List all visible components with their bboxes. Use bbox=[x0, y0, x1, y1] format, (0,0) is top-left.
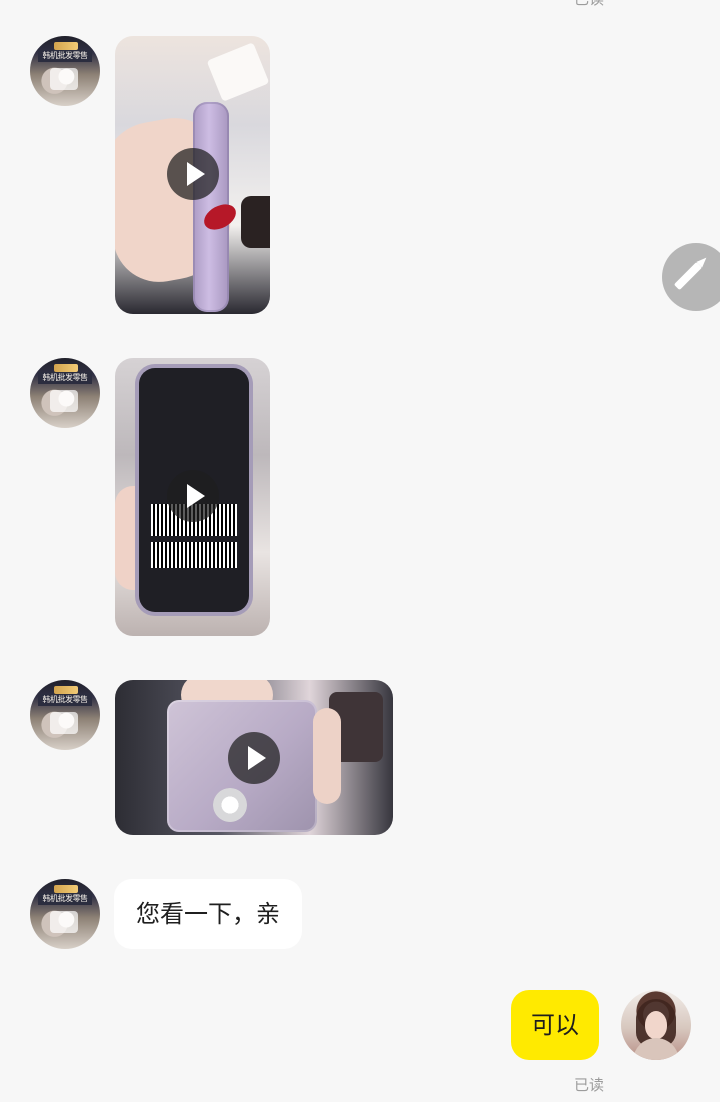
avatar-decoration bbox=[54, 885, 78, 893]
user-avatar-face bbox=[645, 1011, 667, 1039]
video-1-background-card bbox=[206, 42, 270, 102]
play-icon[interactable] bbox=[167, 148, 219, 200]
avatar-banner: 韩机批发零售 bbox=[38, 50, 92, 62]
shop-avatar[interactable]: 韩机批发零售 bbox=[30, 358, 100, 428]
video-message-2[interactable] bbox=[115, 358, 270, 636]
edit-button[interactable] bbox=[662, 243, 720, 311]
video-1-camera-module bbox=[241, 196, 270, 248]
video-3-hand bbox=[313, 708, 341, 804]
outgoing-text-message[interactable]: 可以 bbox=[511, 990, 599, 1060]
video-message-1[interactable] bbox=[115, 36, 270, 314]
shop-avatar[interactable]: 韩机批发零售 bbox=[30, 36, 100, 106]
incoming-text-message[interactable]: 您看一下，亲 bbox=[114, 879, 302, 949]
read-status-top: 已读 bbox=[574, 0, 604, 9]
play-icon[interactable] bbox=[228, 732, 280, 784]
shop-avatar[interactable]: 韩机批发零售 bbox=[30, 680, 100, 750]
avatar-image-detail bbox=[50, 712, 78, 734]
video-message-3[interactable] bbox=[115, 680, 393, 835]
avatar-image-detail bbox=[50, 911, 78, 933]
video-3-camera bbox=[213, 788, 247, 822]
play-icon[interactable] bbox=[167, 470, 219, 522]
read-status-bottom: 已读 bbox=[574, 1076, 605, 1094]
pencil-icon bbox=[673, 261, 703, 291]
video-2-barcode bbox=[151, 542, 237, 568]
avatar-decoration bbox=[54, 686, 78, 694]
avatar-banner: 韩机批发零售 bbox=[38, 893, 92, 905]
avatar-decoration bbox=[54, 42, 78, 50]
avatar-image-detail bbox=[50, 68, 78, 90]
chat-screen: 已读 韩机批发零售 韩机批发零售 韩机批发零售 bbox=[0, 0, 720, 1102]
shop-avatar[interactable]: 韩机批发零售 bbox=[30, 879, 100, 949]
avatar-banner: 韩机批发零售 bbox=[38, 372, 92, 384]
avatar-image-detail bbox=[50, 390, 78, 412]
user-avatar[interactable] bbox=[621, 990, 691, 1060]
avatar-banner: 韩机批发零售 bbox=[38, 694, 92, 706]
avatar-decoration bbox=[54, 364, 78, 372]
